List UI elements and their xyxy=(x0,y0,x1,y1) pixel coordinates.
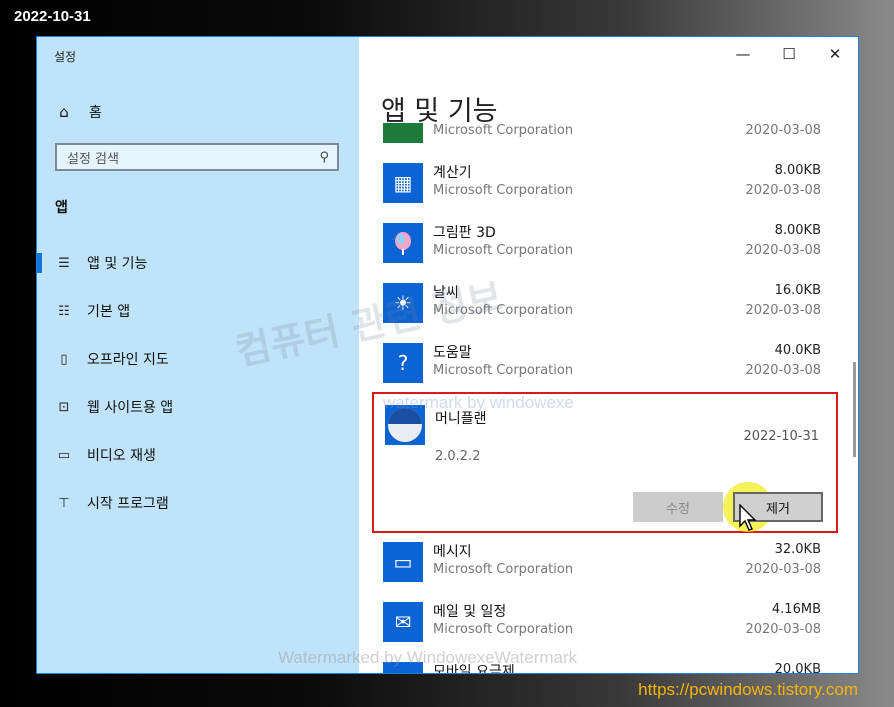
sidebar-item-video-playback[interactable]: ▭ 비디오 재생 xyxy=(37,441,359,469)
nav-home[interactable]: ⌂ 홈 xyxy=(55,101,102,123)
app-date: 2020-03-08 xyxy=(745,562,821,577)
video-playback-icon: ▭ xyxy=(57,447,71,463)
sidebar-item-offline-maps[interactable]: ▯ 오프라인 지도 xyxy=(37,345,359,373)
app-name: 그림판 3D xyxy=(433,225,496,241)
app-version: 2.0.2.2 xyxy=(435,449,481,464)
app-date: 2020-03-08 xyxy=(745,123,821,138)
home-icon: ⌂ xyxy=(59,103,69,121)
app-size: 20.0KB xyxy=(774,662,821,673)
search-icon: ⚲ xyxy=(319,149,329,165)
calculator-icon: ▦ xyxy=(383,163,423,203)
minimize-button[interactable]: — xyxy=(720,37,766,71)
search-input[interactable]: 설정 검색 ⚲ xyxy=(55,143,339,171)
overlay-date: 2022-10-31 xyxy=(14,8,91,25)
scrollbar[interactable] xyxy=(853,362,856,457)
sidebar-item-label: 앱 및 기능 xyxy=(87,256,148,272)
app-publisher: Microsoft Corporation xyxy=(433,183,574,198)
nav-home-label: 홈 xyxy=(89,105,102,121)
search-placeholder: 설정 검색 xyxy=(67,151,119,167)
mouse-cursor-icon xyxy=(739,504,757,531)
sidebar: 설정 ⌂ 홈 설정 검색 ⚲ 앱 ☰ 앱 및 기능 ☷ 기본 앱 ▯ 오프라인 … xyxy=(37,37,359,673)
app-row-messaging[interactable]: ▭ 메시지 Microsoft Corporation 32.0KB 2020-… xyxy=(381,536,823,596)
app-date: 2020-03-08 xyxy=(745,622,821,637)
mail-calendar-icon: ✉ xyxy=(383,602,423,642)
app-row-paint3d[interactable]: 그림판 3D Microsoft Corporation 8.00KB 2020… xyxy=(381,217,823,277)
maximize-button[interactable]: ☐ xyxy=(766,37,812,71)
sidebar-item-apps-features[interactable]: ☰ 앱 및 기능 xyxy=(37,249,359,277)
app-name: 날씨 xyxy=(433,285,459,301)
app-name: 모바일 요금제 xyxy=(433,664,515,673)
window-title: 설정 xyxy=(54,50,77,64)
app-publisher: Microsoft Corporation xyxy=(433,243,574,258)
app-name: 메일 및 일정 xyxy=(433,604,507,620)
sidebar-item-apps-websites[interactable]: ⊡ 웹 사이트용 앱 xyxy=(37,393,359,421)
app-size: 8.00KB xyxy=(774,223,821,238)
apps-features-icon: ☰ xyxy=(58,255,70,271)
window-controls: — ☐ ✕ xyxy=(720,37,858,71)
app-date: 2022-10-31 xyxy=(743,429,819,444)
overlay-url: https://pcwindows.tistory.com xyxy=(638,680,858,699)
app-row-partial[interactable]: Microsoft Corporation 2020-03-08 xyxy=(381,123,823,157)
apps-for-websites-icon: ⊡ xyxy=(58,399,70,415)
app-size: 8.00KB xyxy=(774,163,821,178)
app-date: 2020-03-08 xyxy=(745,183,821,198)
sidebar-item-label: 기본 앱 xyxy=(87,304,131,320)
app-publisher: Microsoft Corporation xyxy=(433,303,574,318)
app-name: 도움말 xyxy=(433,345,472,361)
app-name: 머니플랜 xyxy=(435,411,487,427)
sidebar-item-startup[interactable]: ⊤ 시작 프로그램 xyxy=(37,489,359,517)
app-date: 2020-03-08 xyxy=(745,363,821,378)
app-row-help[interactable]: ? 도움말 Microsoft Corporation 40.0KB 2020-… xyxy=(381,337,823,397)
sidebar-item-default-apps[interactable]: ☷ 기본 앱 xyxy=(37,297,359,325)
moneyplan-icon xyxy=(385,405,425,445)
app-size: 16.0KB xyxy=(774,283,821,298)
app-publisher: Microsoft Corporation xyxy=(433,363,574,378)
mobile-plans-icon xyxy=(383,662,423,673)
app-size: 32.0KB xyxy=(774,542,821,557)
app-date: 2020-03-08 xyxy=(745,303,821,318)
app-name: 메시지 xyxy=(433,544,472,560)
sidebar-item-label: 웹 사이트용 앱 xyxy=(87,400,174,416)
app-date: 2020-03-08 xyxy=(745,243,821,258)
startup-icon: ⊤ xyxy=(58,495,70,511)
sidebar-item-label: 오프라인 지도 xyxy=(87,352,169,368)
modify-button[interactable]: 수정 xyxy=(633,492,723,522)
app-size: 4.16MB xyxy=(771,602,821,617)
close-button[interactable]: ✕ xyxy=(812,37,858,71)
default-apps-icon: ☷ xyxy=(58,303,70,319)
app-row-mobile-plans[interactable]: 모바일 요금제 20.0KB xyxy=(381,656,823,673)
weather-icon: ☀ xyxy=(383,283,423,323)
app-row-weather[interactable]: ☀ 날씨 Microsoft Corporation 16.0KB 2020-0… xyxy=(381,277,823,337)
app-publisher: Microsoft Corporation xyxy=(433,622,574,637)
paint3d-icon xyxy=(383,223,423,263)
app-name: 계산기 xyxy=(433,165,472,181)
app-size: 40.0KB xyxy=(774,343,821,358)
app-publisher: Microsoft Corporation xyxy=(433,562,574,577)
app-row-calculator[interactable]: ▦ 계산기 Microsoft Corporation 8.00KB 2020-… xyxy=(381,157,823,217)
settings-window: 설정 ⌂ 홈 설정 검색 ⚲ 앱 ☰ 앱 및 기능 ☷ 기본 앱 ▯ 오프라인 … xyxy=(36,36,859,674)
sidebar-item-label: 비디오 재생 xyxy=(87,448,156,464)
main-content: — ☐ ✕ 앱 및 기능 Microsoft Corporation 2020-… xyxy=(359,37,858,673)
app-row-mail-calendar[interactable]: ✉ 메일 및 일정 Microsoft Corporation 4.16MB 2… xyxy=(381,596,823,656)
app-publisher: Microsoft Corporation xyxy=(433,123,574,138)
selected-app-row[interactable]: 머니플랜 2022-10-31 2.0.2.2 수정 제거 xyxy=(372,392,838,533)
offline-maps-icon: ▯ xyxy=(60,351,68,367)
messaging-icon: ▭ xyxy=(383,542,423,582)
section-label-apps: 앱 xyxy=(55,200,68,216)
partial-app-icon xyxy=(383,123,423,143)
sidebar-item-label: 시작 프로그램 xyxy=(87,496,169,512)
help-icon: ? xyxy=(383,343,423,383)
